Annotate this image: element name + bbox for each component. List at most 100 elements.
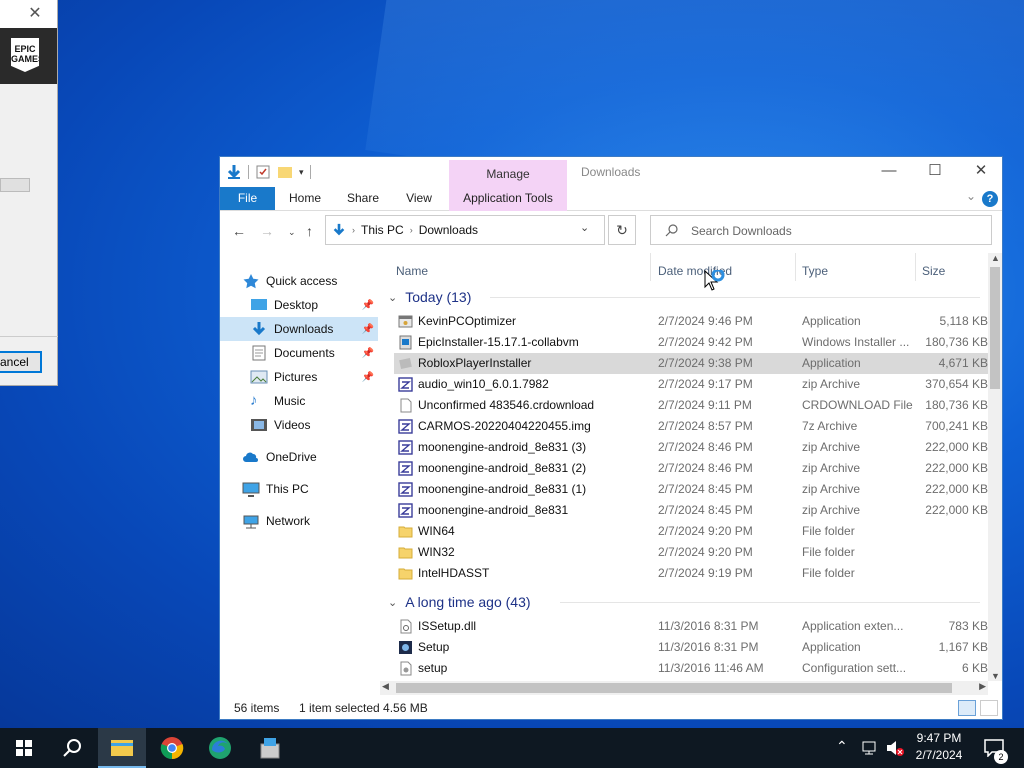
group-header[interactable]: ⌄ A long time ago (43) bbox=[388, 591, 531, 613]
file-explorer-window: ▾ Manage Downloads — ☐ ✕ File Home Share… bbox=[219, 156, 1003, 720]
nav-quick-access[interactable]: Quick access bbox=[220, 269, 378, 293]
scroll-down-icon[interactable]: ▼ bbox=[991, 671, 1000, 681]
file-date: 2/7/2024 9:42 PM bbox=[658, 335, 753, 349]
tab-file[interactable]: File bbox=[220, 187, 275, 210]
search-button[interactable] bbox=[48, 728, 96, 768]
file-row[interactable]: WIN32 2/7/2024 9:20 PM File folder bbox=[394, 542, 988, 563]
taskbar-edge[interactable] bbox=[196, 728, 244, 768]
tab-home[interactable]: Home bbox=[282, 187, 328, 210]
nav-this-pc[interactable]: This PC bbox=[220, 477, 378, 501]
qat-dropdown-icon[interactable]: ▾ bbox=[299, 167, 304, 178]
expand-ribbon-icon[interactable]: ⌄ bbox=[966, 189, 976, 203]
nav-pictures[interactable]: Pictures 📌 bbox=[220, 365, 378, 389]
vertical-scrollbar[interactable]: ▲ ▼ bbox=[988, 253, 1002, 681]
nav-network[interactable]: Network bbox=[220, 509, 378, 533]
file-row[interactable]: ISSetup.dll 11/3/2016 8:31 PM Application … bbox=[394, 616, 988, 637]
start-button[interactable] bbox=[0, 728, 48, 768]
file-name: WIN32 bbox=[418, 545, 455, 559]
file-date: 2/7/2024 9:20 PM bbox=[658, 524, 753, 538]
tab-share[interactable]: Share bbox=[340, 187, 386, 210]
group-header[interactable]: ⌄ Today (13) bbox=[388, 286, 471, 308]
epic-cancel-button[interactable]: ancel bbox=[0, 351, 42, 373]
scroll-thumb[interactable] bbox=[396, 683, 952, 693]
tab-application-tools[interactable]: Application Tools bbox=[449, 187, 567, 211]
star-icon bbox=[243, 274, 259, 289]
column-size[interactable]: Size bbox=[922, 259, 945, 283]
file-name: audio_win10_6.0.1.7982 bbox=[418, 377, 549, 391]
nav-onedrive[interactable]: OneDrive bbox=[220, 445, 378, 469]
tab-view[interactable]: View bbox=[396, 187, 442, 210]
scroll-up-icon[interactable]: ▲ bbox=[991, 253, 1000, 263]
back-button[interactable]: ← bbox=[232, 223, 246, 239]
network-status-icon[interactable] bbox=[862, 741, 880, 755]
file-row[interactable]: WIN64 2/7/2024 9:20 PM File folder bbox=[394, 521, 988, 542]
address-dropdown-icon[interactable]: ⌄ bbox=[580, 221, 589, 234]
nav-desktop[interactable]: Desktop 📌 bbox=[220, 293, 378, 317]
refresh-button[interactable]: ↻ bbox=[608, 215, 636, 245]
show-hidden-icons-icon[interactable]: ⌃ bbox=[836, 738, 848, 755]
breadcrumb-this-pc[interactable]: This PC bbox=[361, 223, 404, 237]
file-row[interactable]: audio_win10_6.0.1.7982 2/7/2024 9:17 PM zi… bbox=[394, 374, 988, 395]
column-type[interactable]: Type bbox=[802, 259, 828, 283]
file-row[interactable]: moonengine-android_8e831 (2) 2/7/2024 8:4… bbox=[394, 458, 988, 479]
file-row[interactable]: moonengine-android_8e831 2/7/2024 8:45 PM… bbox=[394, 500, 988, 521]
recent-locations-icon[interactable]: ⌄ bbox=[288, 227, 296, 238]
address-bar[interactable]: › This PC › Downloads bbox=[325, 215, 605, 245]
computer-icon bbox=[242, 482, 260, 497]
file-row[interactable]: Unconfirmed 483546.crdownload 2/7/2024 9:… bbox=[394, 395, 988, 416]
taskbar-installer[interactable] bbox=[246, 728, 294, 768]
scroll-right-icon[interactable]: ▶ bbox=[979, 681, 986, 692]
file-row[interactable]: RobloxPlayerInstaller 2/7/2024 9:38 PM App… bbox=[394, 353, 988, 374]
column-name[interactable]: Name bbox=[396, 259, 428, 283]
horizontal-scrollbar[interactable]: ◀ ▶ bbox=[380, 681, 988, 695]
search-box[interactable]: Search Downloads bbox=[650, 215, 992, 245]
breadcrumb-downloads[interactable]: Downloads bbox=[419, 223, 478, 237]
volume-muted-icon[interactable] bbox=[886, 740, 904, 756]
file-size: 370,654 KB bbox=[925, 377, 988, 391]
nav-videos[interactable]: Videos bbox=[220, 413, 378, 437]
chevron-down-icon[interactable]: ⌄ bbox=[388, 291, 397, 304]
file-row[interactable]: CARMOS-20220404220455.img 2/7/2024 8:57 P… bbox=[394, 416, 988, 437]
details-view-icon[interactable] bbox=[958, 700, 976, 716]
nav-documents[interactable]: Documents 📌 bbox=[220, 341, 378, 365]
scroll-thumb[interactable] bbox=[990, 267, 1000, 389]
clock-date[interactable]: 2/7/2024 bbox=[905, 748, 973, 762]
large-icons-view-icon[interactable] bbox=[980, 700, 998, 716]
download-arrow-icon[interactable] bbox=[226, 164, 242, 180]
new-folder-icon[interactable] bbox=[277, 164, 293, 180]
file-size: 5,118 KB bbox=[939, 314, 988, 328]
taskbar-chrome[interactable] bbox=[148, 728, 196, 768]
nav-label: Desktop bbox=[274, 298, 319, 312]
pin-icon: 📌 bbox=[361, 299, 374, 311]
msi-file-icon bbox=[399, 335, 412, 350]
nav-music[interactable]: ♪ Music bbox=[220, 389, 378, 413]
file-row[interactable]: EpicInstaller-15.17.1-collabvm 2/7/2024 9… bbox=[394, 332, 988, 353]
search-input[interactable]: Search Downloads bbox=[691, 224, 792, 238]
file-row[interactable]: moonengine-android_8e831 (3) 2/7/2024 8:4… bbox=[394, 437, 988, 458]
help-icon[interactable]: ? bbox=[982, 191, 998, 207]
file-row[interactable]: KevinPCOptimizer 2/7/2024 9:46 PM Applicat… bbox=[394, 311, 988, 332]
properties-icon[interactable] bbox=[255, 164, 271, 180]
file-row[interactable]: IntelHDASST 2/7/2024 9:19 PM File folder bbox=[394, 563, 988, 584]
file-row[interactable]: setup 11/3/2016 11:46 AM Configuration set… bbox=[394, 658, 988, 679]
file-date: 2/7/2024 9:38 PM bbox=[658, 356, 753, 370]
file-row[interactable]: Setup 11/3/2016 8:31 PM Application 1,167 K… bbox=[394, 637, 988, 658]
file-row[interactable]: moonengine-android_8e831 (1) 2/7/2024 8:4… bbox=[394, 479, 988, 500]
chevron-down-icon[interactable]: ⌄ bbox=[388, 596, 397, 609]
nav-downloads[interactable]: Downloads 📌 bbox=[220, 317, 378, 341]
taskbar-file-explorer[interactable] bbox=[98, 728, 146, 768]
minimize-button[interactable]: — bbox=[866, 157, 912, 187]
file-name: moonengine-android_8e831 (3) bbox=[418, 440, 587, 454]
up-button[interactable]: ↑ bbox=[306, 223, 313, 239]
close-button[interactable]: ✕ bbox=[958, 157, 1004, 187]
scroll-left-icon[interactable]: ◀ bbox=[382, 681, 389, 692]
forward-button[interactable]: → bbox=[260, 223, 274, 239]
roblox-file-icon bbox=[399, 357, 412, 370]
file-name: EpicInstaller-15.17.1-collabvm bbox=[418, 335, 579, 349]
close-icon[interactable]: ✕ bbox=[24, 4, 46, 24]
maximize-button[interactable]: ☐ bbox=[912, 157, 958, 187]
clock-time[interactable]: 9:47 PM bbox=[905, 731, 973, 745]
file-date: 2/7/2024 8:57 PM bbox=[658, 419, 753, 433]
file-type: Application bbox=[802, 640, 861, 654]
nav-label: This PC bbox=[266, 482, 309, 496]
